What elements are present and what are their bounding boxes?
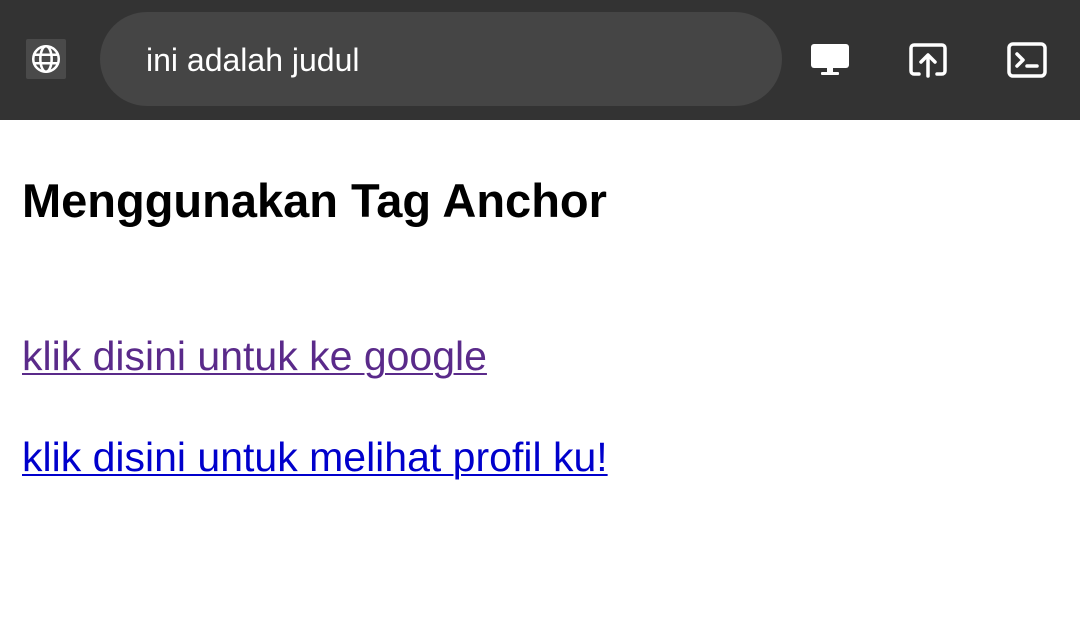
address-bar[interactable]: ini adalah judul bbox=[100, 12, 782, 106]
link-profile[interactable]: klik disini untuk melihat profil ku! bbox=[22, 433, 608, 481]
terminal-button[interactable] bbox=[1005, 38, 1049, 82]
share-button[interactable] bbox=[906, 38, 950, 82]
desktop-icon bbox=[811, 44, 849, 75]
browser-toolbar: ini adalah judul bbox=[0, 0, 1080, 120]
page-title: Menggunakan Tag Anchor bbox=[22, 174, 607, 227]
address-text: ini adalah judul bbox=[146, 42, 360, 78]
share-icon bbox=[909, 43, 947, 78]
link-google[interactable]: klik disini untuk ke google bbox=[22, 332, 487, 380]
terminal-icon bbox=[1007, 42, 1047, 78]
globe-icon[interactable] bbox=[26, 39, 66, 79]
desktop-view-button[interactable] bbox=[808, 38, 852, 82]
